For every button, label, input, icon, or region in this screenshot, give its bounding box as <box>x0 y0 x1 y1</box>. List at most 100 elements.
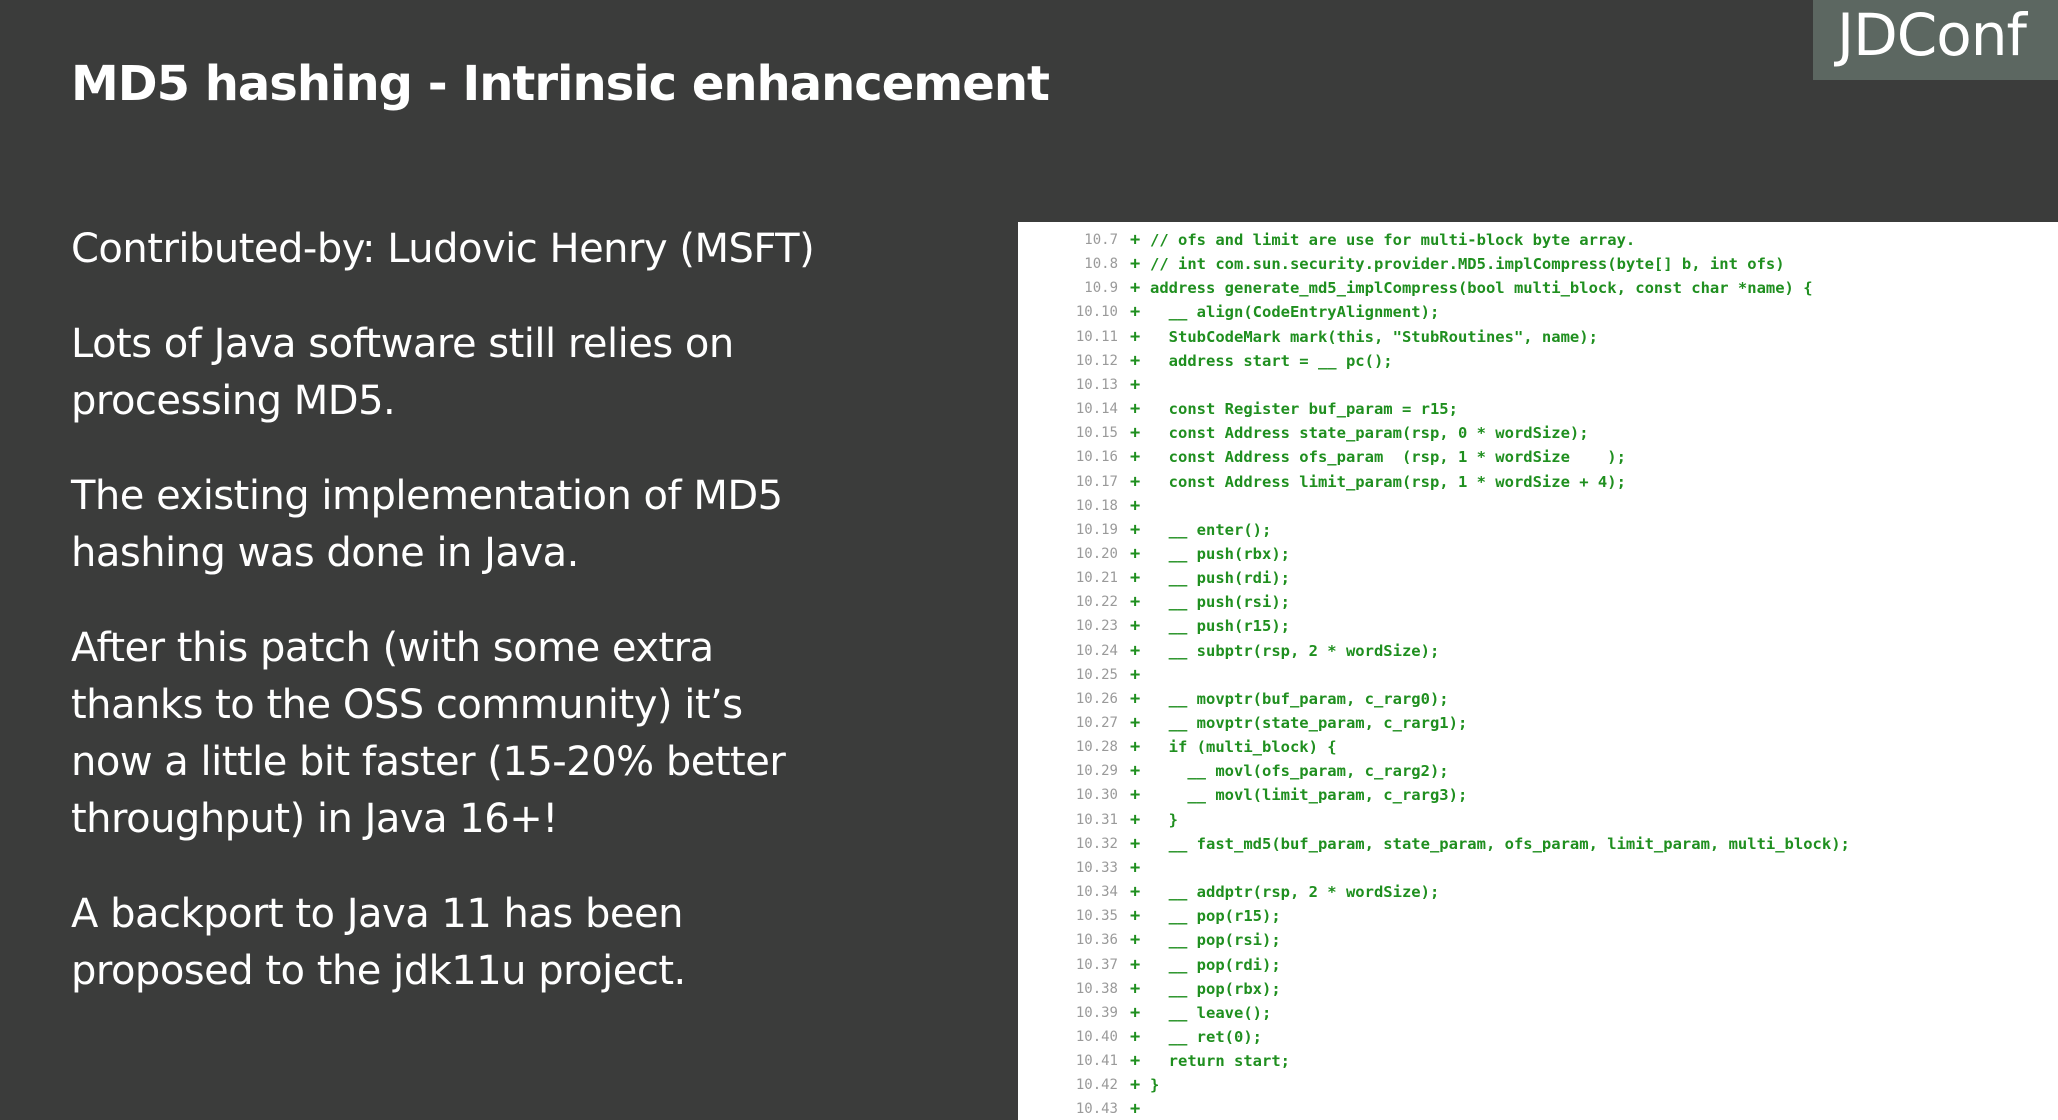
line-number: 10.29 <box>1075 763 1118 780</box>
added-line-marker: + <box>1130 350 1141 371</box>
code-text: __ push(rdi); <box>1150 569 1290 588</box>
added-line-marker: + <box>1130 592 1141 613</box>
code-text: const Address limit_param(rsp, 1 * wordS… <box>1150 472 1626 491</box>
added-line-marker: + <box>1130 713 1141 733</box>
line-number: 10.13 <box>1075 376 1118 393</box>
added-line-marker: + <box>1130 399 1141 420</box>
added-line-marker: + <box>1130 423 1141 444</box>
code-text: __ subptr(rsp, 2 * wordSize); <box>1150 641 1440 660</box>
line-number: 10.20 <box>1075 545 1118 562</box>
code-text: __ leave(); <box>1150 1003 1272 1022</box>
line-number: 10.37 <box>1075 956 1118 973</box>
added-line-marker: + <box>1130 495 1141 516</box>
code-text: __ push(rbx); <box>1150 544 1290 563</box>
code-text: __ pop(rsi); <box>1150 931 1281 950</box>
line-number: 10.24 <box>1075 642 1118 659</box>
line-number: 10.31 <box>1075 811 1118 828</box>
line-number: 10.38 <box>1075 980 1118 997</box>
line-number: 10.11 <box>1075 328 1118 345</box>
code-text: __ movptr(buf_param, c_rarg0); <box>1150 689 1449 708</box>
added-line-marker: + <box>1130 326 1141 347</box>
added-line-marker: + <box>1130 230 1141 250</box>
added-line-marker: + <box>1130 664 1141 685</box>
line-number: 10.9 <box>1084 280 1118 297</box>
bullet-existing-implementation: The existing implementation of MD5 hashi… <box>71 473 783 576</box>
line-number: 10.28 <box>1075 739 1118 756</box>
code-text: __ addptr(rsp, 2 * wordSize); <box>1150 883 1440 902</box>
code-diff-panel: 10.7 + // ofs and limit are use for multi-… <box>1018 222 2058 1120</box>
line-number: 10.19 <box>1075 521 1118 538</box>
line-number: 10.15 <box>1075 425 1118 442</box>
code-text: // int com.sun.security.provider.MD5.imp… <box>1150 255 1785 274</box>
added-line-marker: + <box>1130 543 1141 564</box>
line-number: 10.35 <box>1075 908 1118 925</box>
added-line-marker: + <box>1130 519 1141 540</box>
added-line-marker: + <box>1130 930 1141 951</box>
code-text: StubCodeMark mark(this, "StubRoutines", … <box>1150 327 1598 346</box>
added-line-marker: + <box>1130 737 1141 758</box>
line-number: 10.36 <box>1075 932 1118 949</box>
code-text: __ align(CodeEntryAlignment); <box>1150 303 1440 322</box>
added-line-marker: + <box>1130 906 1141 927</box>
line-number: 10.14 <box>1075 401 1118 418</box>
bullet-contributor: Contributed-by: Ludovic Henry (MSFT) <box>71 226 815 272</box>
line-number: 10.25 <box>1075 666 1118 683</box>
line-number: 10.23 <box>1075 618 1118 635</box>
code-text: __ pop(rbx); <box>1150 979 1281 998</box>
line-number: 10.12 <box>1075 352 1118 369</box>
code-text: __ push(rsi); <box>1150 593 1290 612</box>
line-number: 10.41 <box>1075 1053 1118 1070</box>
added-line-marker: + <box>1130 785 1141 806</box>
added-line-marker: + <box>1130 1002 1141 1023</box>
added-line-marker: + <box>1130 857 1141 878</box>
code-text: const Address state_param(rsp, 0 * wordS… <box>1150 424 1589 443</box>
code-text: __ pop(rdi); <box>1150 955 1281 974</box>
line-number: 10.8 <box>1084 256 1118 273</box>
code-text: __ movl(limit_param, c_rarg3); <box>1150 786 1468 805</box>
line-number: 10.18 <box>1075 497 1118 514</box>
added-line-marker: + <box>1130 882 1141 903</box>
added-line-marker: + <box>1130 278 1141 299</box>
line-number: 10.34 <box>1075 884 1118 901</box>
presentation-slide: JDConf MD5 hashing - Intrinsic enhanceme… <box>0 0 2058 1120</box>
added-line-marker: + <box>1130 447 1141 468</box>
added-line-marker: + <box>1130 374 1141 395</box>
code-text: const Register buf_param = r15; <box>1150 400 1458 419</box>
line-number: 10.10 <box>1075 304 1118 321</box>
code-text: // ofs and limit are use for multi-block… <box>1150 231 1636 249</box>
jdconf-logo: JDConf <box>1813 0 2058 80</box>
code-text: __ movptr(state_param, c_rarg1); <box>1150 714 1468 732</box>
slide-bullet-list: Contributed-by: Ludovic Henry (MSFT) Lot… <box>71 221 971 1038</box>
line-number: 10.42 <box>1075 1077 1118 1094</box>
code-text: __ pop(r15); <box>1150 907 1281 926</box>
code-text: const Address ofs_param (rsp, 1 * wordSi… <box>1150 448 1626 467</box>
added-line-marker: + <box>1130 761 1141 782</box>
line-number: 10.33 <box>1075 859 1118 876</box>
added-line-marker: + <box>1130 471 1141 492</box>
added-line-marker: + <box>1130 254 1141 275</box>
bullet-backport: A backport to Java 11 has been proposed … <box>71 891 686 994</box>
added-line-marker: + <box>1130 616 1141 637</box>
code-text: address generate_md5_implCompress(bool m… <box>1150 279 1813 298</box>
added-line-marker: + <box>1130 1051 1141 1072</box>
code-text: } <box>1150 810 1178 829</box>
added-line-marker: + <box>1130 954 1141 975</box>
code-text: address start = __ pc(); <box>1150 351 1393 370</box>
line-number: 10.27 <box>1075 715 1118 731</box>
line-number: 10.40 <box>1075 1028 1118 1045</box>
code-text: __ movl(ofs_param, c_rarg2); <box>1150 762 1449 781</box>
code-text: } <box>1150 1076 1160 1095</box>
code-text: if (multi_block) { <box>1150 738 1337 757</box>
line-number: 10.43 <box>1075 1101 1118 1118</box>
line-number: 10.17 <box>1075 473 1118 490</box>
bullet-md5-reliance: Lots of Java software still relies on pr… <box>71 321 734 424</box>
line-number: 10.30 <box>1075 787 1118 804</box>
added-line-marker: + <box>1130 1026 1141 1047</box>
line-number: 10.39 <box>1075 1004 1118 1021</box>
line-number: 10.16 <box>1075 449 1118 466</box>
code-text: return start; <box>1150 1052 1290 1071</box>
added-line-marker: + <box>1130 833 1141 854</box>
line-number: 10.22 <box>1075 594 1118 611</box>
bullet-performance: After this patch (with some extra thanks… <box>71 625 786 842</box>
added-line-marker: + <box>1130 1075 1141 1096</box>
